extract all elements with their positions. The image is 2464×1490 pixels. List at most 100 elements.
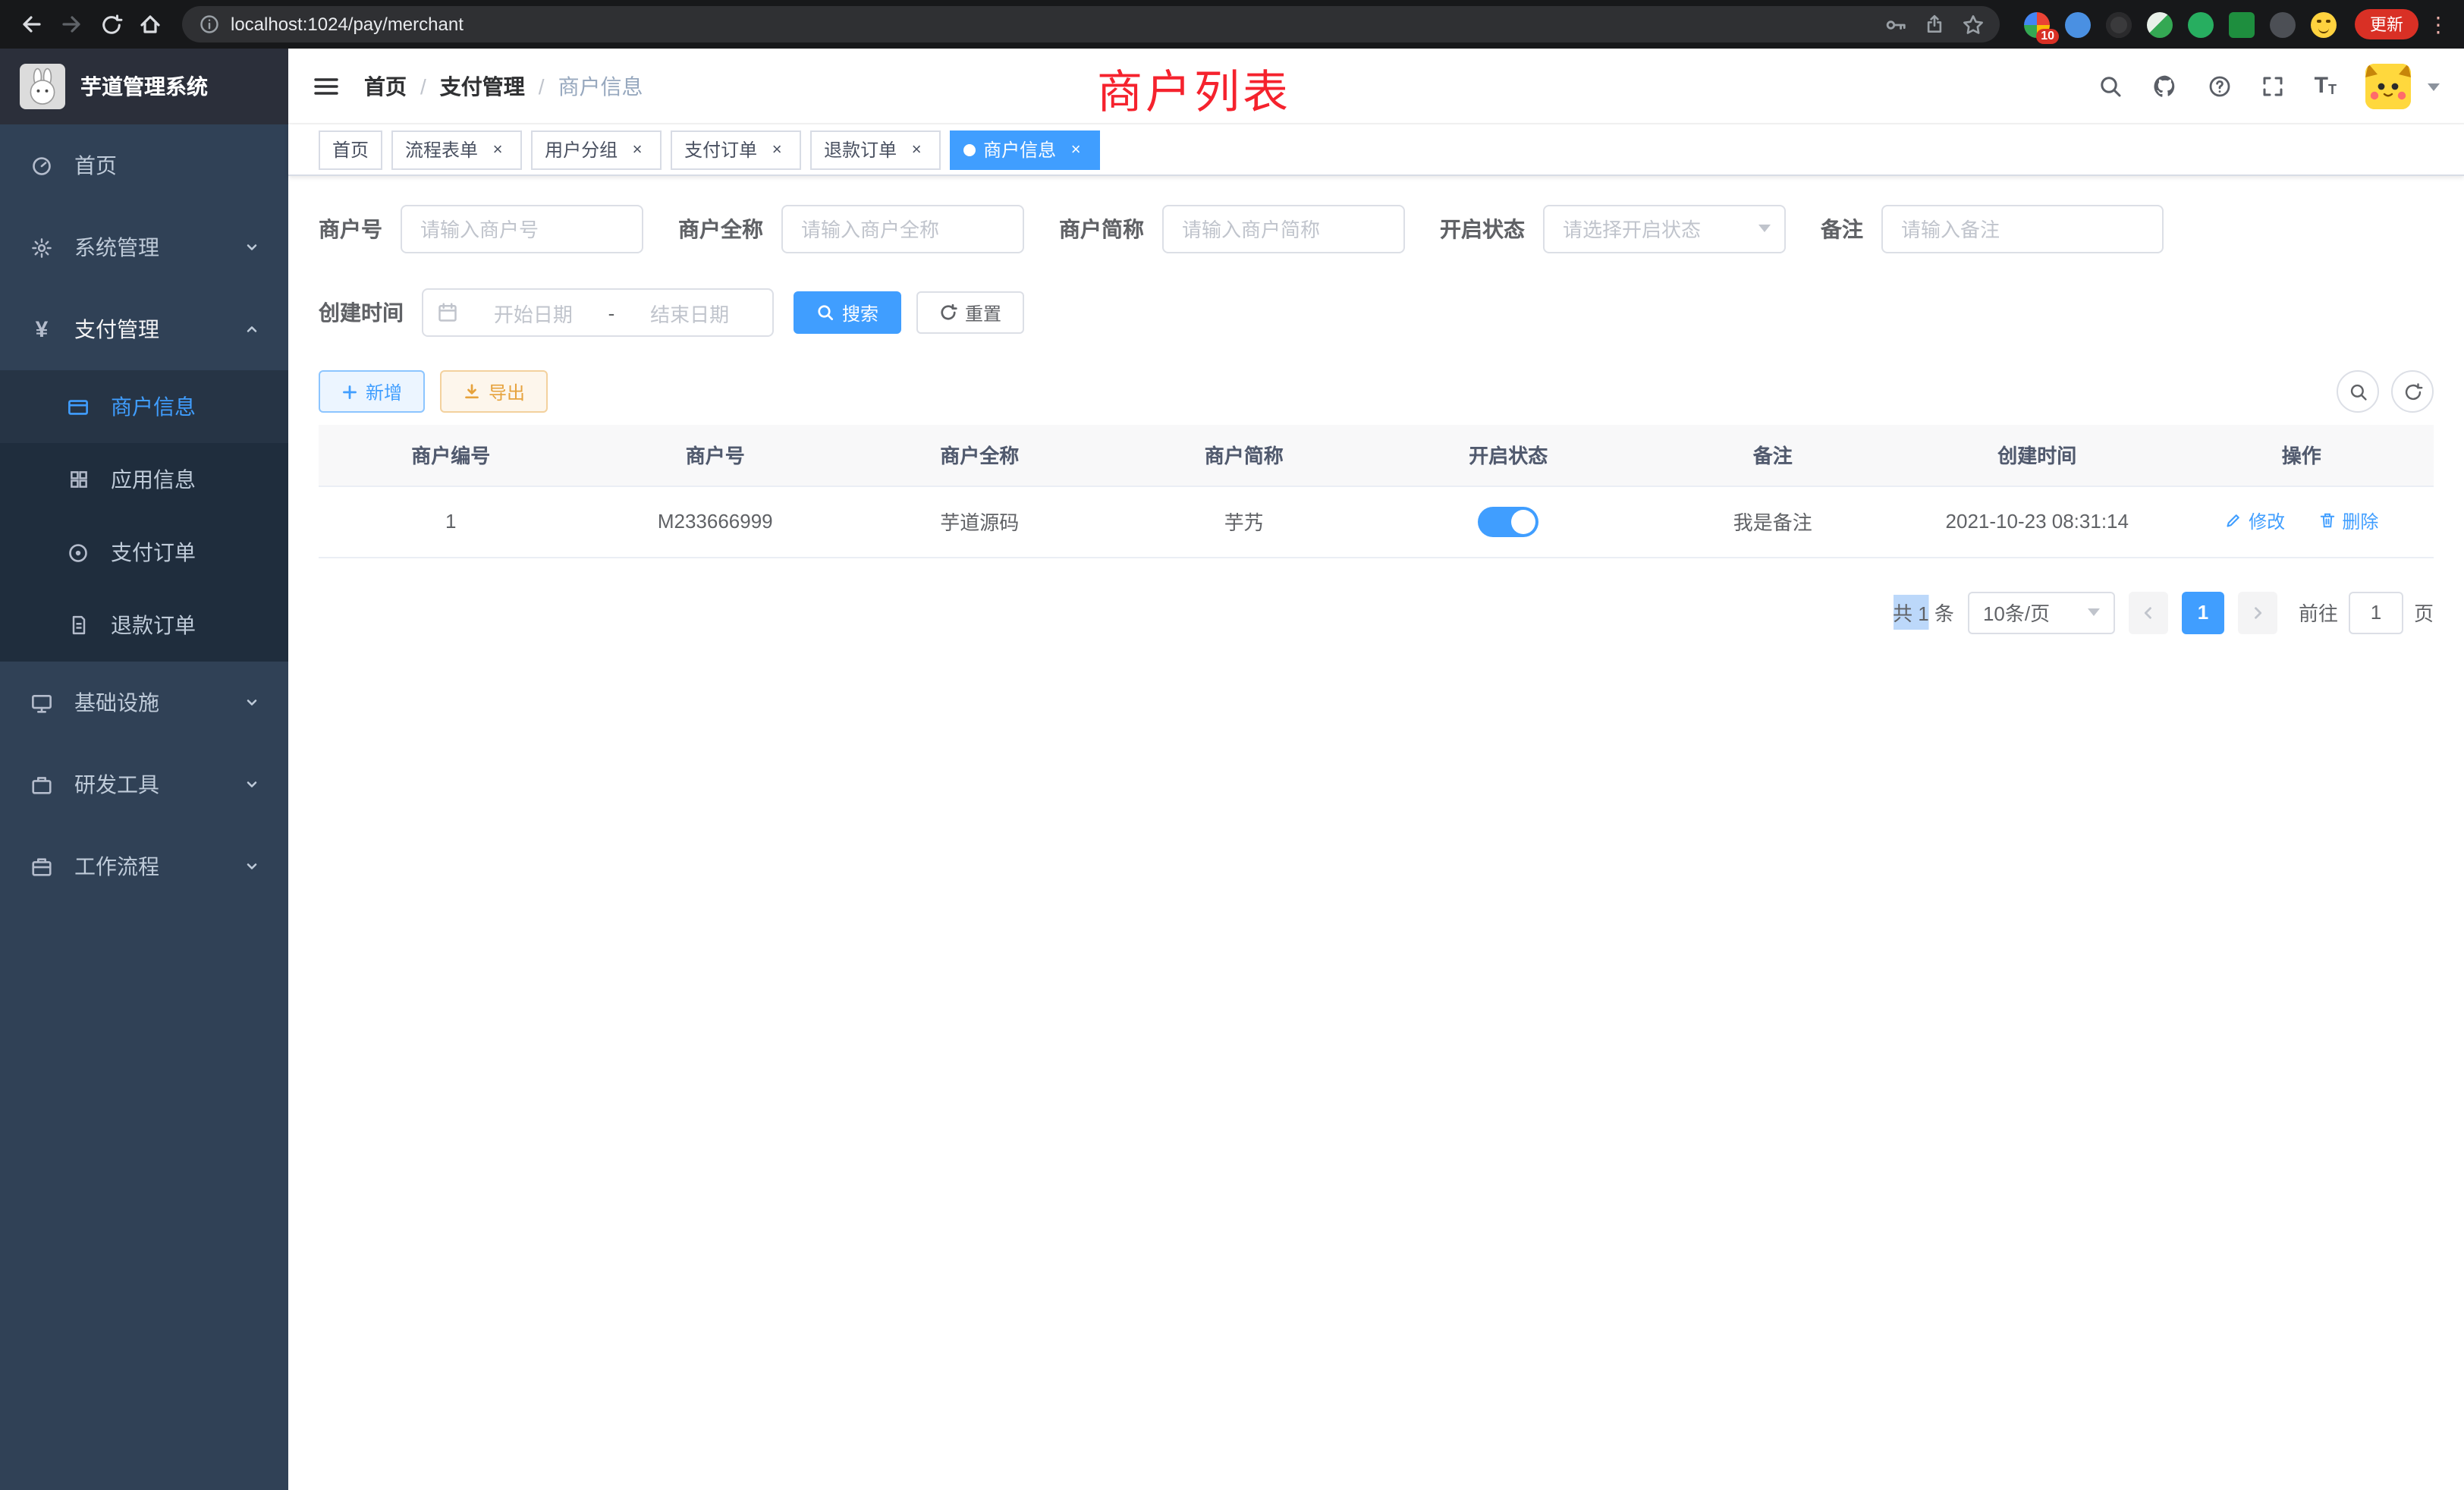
tab-pay-order[interactable]: 支付订单 × [671,130,801,169]
close-icon[interactable]: × [906,139,927,160]
fullscreen-icon[interactable] [2261,74,2286,98]
merchant-no-input[interactable] [401,205,643,253]
pagination: 共 1 条 10条/页 1 前往 页 [319,591,2434,633]
tab-label: 首页 [332,137,369,162]
address-bar[interactable]: localhost:1024/pay/merchant [182,6,2000,42]
extension-wheel-icon[interactable] [2270,11,2296,37]
page-size-select[interactable]: 10条/页 [1968,591,2115,633]
url-text: localhost:1024/pay/merchant [231,14,1884,35]
status-toggle[interactable] [1478,506,1538,536]
forward-icon[interactable] [52,5,91,44]
extension-duo-icon[interactable] [2147,11,2173,37]
chevron-down-icon [244,859,259,874]
table-toolbar: 新增 导出 [319,370,2434,413]
cell-full-name: 芋道源码 [847,486,1112,557]
edit-link[interactable]: 修改 [2224,508,2285,534]
reload-icon[interactable] [91,5,130,44]
extension-pinwheel-icon[interactable]: 10 [2024,11,2050,37]
close-icon[interactable]: × [1065,139,1086,160]
avatar-caret-icon[interactable] [2428,83,2440,97]
extension-green-icon[interactable] [2188,11,2214,37]
tab-process-form[interactable]: 流程表单 × [391,130,522,169]
date-range-picker[interactable]: 开始日期 - 结束日期 [422,288,774,337]
font-size-icon[interactable] [2315,74,2337,97]
sidebar-item-label: 研发工具 [74,769,159,800]
password-key-icon[interactable] [1884,13,1907,36]
sidebar-item-label: 系统管理 [74,232,159,262]
refresh-icon[interactable] [2391,370,2434,413]
share-icon[interactable] [1924,14,1945,35]
sidebar-item-dev-tools[interactable]: 研发工具 [0,743,288,825]
export-button[interactable]: 导出 [440,370,548,413]
sidebar-item-label: 首页 [74,150,117,181]
remark-input[interactable] [1881,205,2164,253]
back-icon[interactable] [12,5,52,44]
full-name-input[interactable] [781,205,1024,253]
extension-sheet-icon[interactable] [2229,11,2255,37]
pagination-goto: 前往 页 [2299,591,2434,633]
filter-row-1: 商户号 商户全称 商户简称 开启状态 [319,205,2434,253]
github-icon[interactable] [2152,72,2180,99]
close-icon[interactable]: × [487,139,508,160]
dashboard-icon [29,154,55,177]
browser-update-button[interactable]: 更新 [2355,9,2418,39]
extension-dark-icon[interactable] [2106,11,2132,37]
extension-smiley-icon[interactable] [2311,11,2337,37]
sidebar-menu: 首页 系统管理 ¥ 支付管理 [0,124,288,1490]
cell-actions: 修改 删除 [2170,486,2434,557]
tab-refund-order[interactable]: 退款订单 × [810,130,941,169]
filter-create-time: 创建时间 开始日期 - 结束日期 [319,288,774,337]
search-icon[interactable] [2099,74,2123,98]
status-select[interactable] [1543,205,1786,253]
tab-home[interactable]: 首页 [319,130,382,169]
sidebar-item-app-info[interactable]: 应用信息 [0,443,288,516]
delete-link[interactable]: 删除 [2318,508,2378,534]
sidebar-item-pay-order[interactable]: 支付订单 [0,516,288,589]
col-merchant-no: 商户号 [583,425,848,486]
next-page-icon[interactable] [2238,591,2277,633]
short-name-input[interactable] [1162,205,1405,253]
main-area: 首页 / 支付管理 / 商户信息 [288,49,2464,1490]
site-info-icon[interactable] [197,12,222,36]
search-button[interactable]: 搜索 [794,291,901,334]
page-unit-label: 页 [2414,598,2434,627]
close-icon[interactable]: × [627,139,648,160]
sidebar-item-pay[interactable]: ¥ 支付管理 [0,288,288,370]
user-avatar[interactable] [2365,63,2411,108]
col-status: 开启状态 [1376,425,1641,486]
sidebar-item-workflow[interactable]: 工作流程 [0,825,288,907]
breadcrumb-pay[interactable]: 支付管理 [440,71,525,101]
sidebar-item-label: 支付管理 [74,314,159,344]
breadcrumb-home[interactable]: 首页 [364,71,407,101]
sidebar-item-label: 基础设施 [74,687,159,718]
add-button[interactable]: 新增 [319,370,425,413]
sidebar-item-home[interactable]: 首页 [0,124,288,206]
sidebar-item-refund-order[interactable]: 退款订单 [0,589,288,662]
goto-label: 前往 [2299,598,2338,627]
show-search-toggle-icon[interactable] [2337,370,2379,413]
browser-menu-icon[interactable]: ⋮ [2425,11,2452,37]
breadcrumb: 首页 / 支付管理 / 商户信息 [364,71,643,101]
table-header-row: 商户编号 商户号 商户全称 商户简称 开启状态 备注 创建时间 操作 [319,425,2434,486]
home-icon[interactable] [130,5,170,44]
monitor-icon [29,691,55,714]
goto-page-input[interactable] [2349,591,2403,633]
toolbar-right [2337,370,2434,413]
close-icon[interactable]: × [766,139,787,160]
extension-blue-icon[interactable] [2065,11,2091,37]
bookmark-star-icon[interactable] [1962,13,1985,36]
reset-button[interactable]: 重置 [916,291,1024,334]
hamburger-icon[interactable] [313,74,340,98]
tab-user-group[interactable]: 用户分组 × [531,130,662,169]
cell-merchant-no: M233666999 [583,486,848,557]
sidebar-item-system[interactable]: 系统管理 [0,206,288,288]
filter-status: 开启状态 [1440,205,1786,253]
remark-label: 备注 [1821,214,1863,244]
prev-page-icon[interactable] [2129,591,2168,633]
cell-status [1376,486,1641,557]
sidebar-item-infrastructure[interactable]: 基础设施 [0,662,288,743]
help-icon[interactable] [2208,74,2233,98]
tab-merchant-info[interactable]: 商户信息 × [950,130,1100,169]
page-number-button[interactable]: 1 [2182,591,2224,633]
sidebar-item-merchant-info[interactable]: 商户信息 [0,370,288,443]
